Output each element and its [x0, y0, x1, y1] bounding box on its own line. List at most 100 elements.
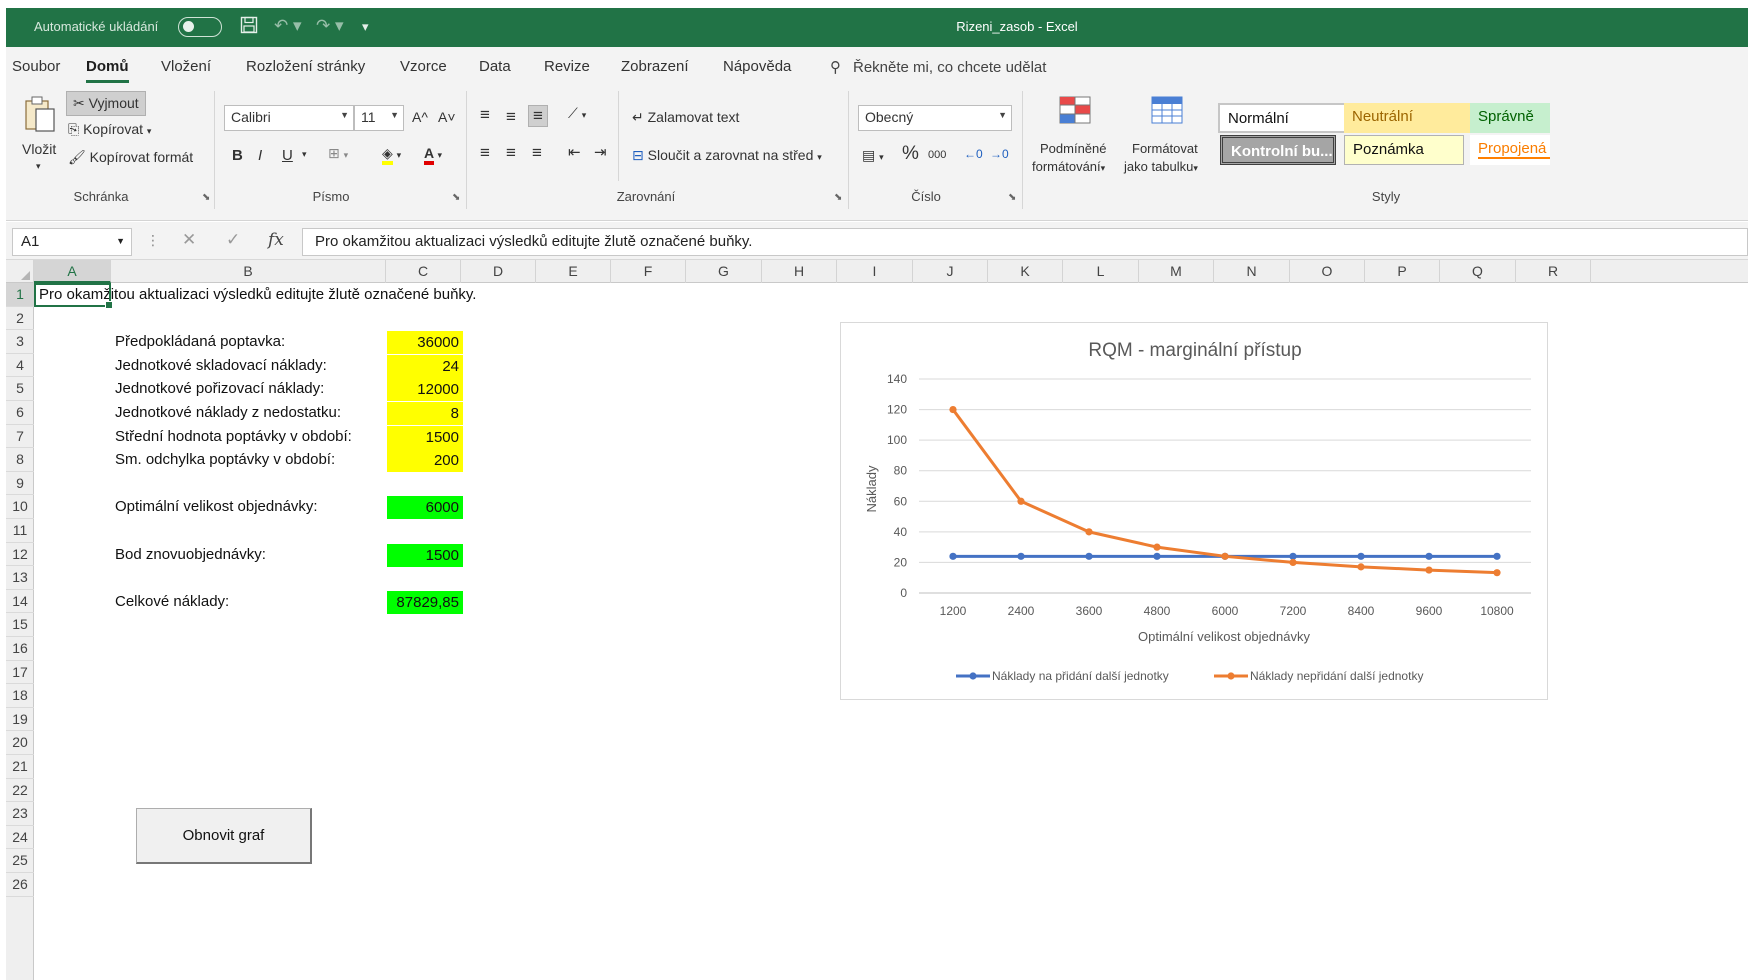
number-format-select[interactable]: Obecný ▼	[858, 105, 1012, 131]
column-header-k[interactable]: K	[988, 260, 1063, 283]
tell-me-box[interactable]: ⚲ Řekněte mi, co chcete udělat	[830, 58, 1046, 76]
input-value-cell[interactable]: 24	[387, 354, 463, 378]
column-header-q[interactable]: Q	[1440, 260, 1516, 283]
column-header-r[interactable]: R	[1516, 260, 1591, 283]
style-normal[interactable]: Normální	[1218, 103, 1352, 133]
column-header-b[interactable]: B	[111, 260, 386, 283]
output-value-cell[interactable]: 87829,85	[387, 590, 463, 614]
cut-button[interactable]: ✂ Vyjmout	[66, 91, 146, 116]
bold-button[interactable]: B	[232, 147, 243, 164]
row-header-16[interactable]: 16	[6, 637, 34, 661]
paste-button[interactable]: Vložit	[22, 141, 56, 157]
row-header-12[interactable]: 12	[6, 543, 34, 567]
column-header-o[interactable]: O	[1290, 260, 1365, 283]
style-linked-cell[interactable]: Propojená b...	[1470, 135, 1550, 165]
conditional-formatting-button[interactable]: formátování▾	[1032, 159, 1105, 174]
row-header-11[interactable]: 11	[6, 519, 34, 543]
format-as-table-label-1[interactable]: Formátovat	[1132, 141, 1198, 156]
column-header-j[interactable]: J	[913, 260, 988, 283]
more-options-icon[interactable]: ⋮	[146, 232, 160, 249]
select-all-button[interactable]	[6, 260, 34, 283]
row-header-17[interactable]: 17	[6, 661, 34, 685]
tab-formulas[interactable]: Vzorce	[400, 58, 447, 75]
column-header-l[interactable]: L	[1063, 260, 1139, 283]
increase-decimal-icon[interactable]: ←0	[964, 147, 983, 161]
paste-dropdown-icon[interactable]: ▾	[36, 161, 41, 172]
format-painter-button[interactable]: 🖌 Kopírovat formát	[68, 149, 193, 166]
conditional-formatting-label-1[interactable]: Podmíněné	[1040, 141, 1107, 156]
clipboard-launcher-icon[interactable]: ⬊	[202, 192, 210, 203]
row-header-1[interactable]: 1	[6, 283, 34, 307]
row-header-6[interactable]: 6	[6, 401, 34, 425]
cancel-icon[interactable]: ✕	[182, 230, 196, 250]
increase-indent-icon[interactable]: ⇥	[594, 143, 607, 161]
copy-dropdown-icon[interactable]: ▾	[147, 126, 152, 136]
input-value-cell[interactable]: 1500	[387, 425, 463, 449]
accounting-format-icon[interactable]: ▤ ▾	[862, 147, 884, 164]
style-note[interactable]: Poznámka	[1344, 135, 1464, 165]
row-header-24[interactable]: 24	[6, 826, 34, 850]
output-value-cell[interactable]: 6000	[387, 496, 463, 520]
column-header-e[interactable]: E	[536, 260, 611, 283]
orientation-icon[interactable]: ⟋ ▾	[568, 105, 586, 122]
column-header-a[interactable]: A	[34, 260, 111, 283]
row-header-25[interactable]: 25	[6, 849, 34, 873]
row-header-14[interactable]: 14	[6, 590, 34, 614]
font-launcher-icon[interactable]: ⬊	[452, 192, 460, 203]
shrink-font-button[interactable]: A˅	[438, 109, 456, 125]
tab-home[interactable]: Domů	[86, 58, 129, 83]
tab-view[interactable]: Zobrazení	[621, 58, 689, 75]
fill-color-icon[interactable]: ◈ ▾	[382, 145, 401, 165]
column-header-m[interactable]: M	[1139, 260, 1214, 283]
percent-button[interactable]: %	[902, 143, 919, 165]
row-header-13[interactable]: 13	[6, 566, 34, 590]
thousands-button[interactable]: 000	[928, 149, 946, 161]
column-header-i[interactable]: I	[837, 260, 913, 283]
enter-icon[interactable]: ✓	[226, 230, 240, 250]
copy-button[interactable]: ⎘ Kopírovat ▾	[68, 121, 151, 138]
align-bottom-icon[interactable]: ≡	[528, 105, 548, 127]
align-top-icon[interactable]: ≡	[480, 105, 490, 125]
format-as-table-icon[interactable]	[1150, 95, 1186, 127]
tab-review[interactable]: Revize	[544, 58, 590, 75]
row-header-15[interactable]: 15	[6, 613, 34, 637]
align-center-icon[interactable]: ≡	[506, 143, 516, 163]
refresh-chart-button[interactable]: Obnovit graf	[136, 808, 312, 864]
column-header-p[interactable]: P	[1365, 260, 1440, 283]
row-header-3[interactable]: 3	[6, 330, 34, 354]
tab-data[interactable]: Data	[479, 58, 511, 75]
merge-center-button[interactable]: ⊟ Sloučit a zarovnat na střed ▾	[632, 147, 822, 164]
number-launcher-icon[interactable]: ⬊	[1008, 192, 1016, 203]
align-right-icon[interactable]: ≡	[532, 143, 542, 163]
wrap-text-button[interactable]: ↵ Zalamovat text	[632, 109, 739, 126]
underline-dropdown-icon[interactable]: ▾	[302, 149, 307, 160]
underline-button[interactable]: U	[282, 147, 293, 164]
row-header-10[interactable]: 10	[6, 495, 34, 519]
column-header-n[interactable]: N	[1214, 260, 1290, 283]
font-size-select[interactable]: 11 ▼	[354, 105, 404, 131]
column-header-h[interactable]: H	[762, 260, 837, 283]
column-header-d[interactable]: D	[461, 260, 536, 283]
row-header-19[interactable]: 19	[6, 708, 34, 732]
align-middle-icon[interactable]: ≡	[506, 107, 516, 127]
row-header-26[interactable]: 26	[6, 873, 34, 897]
decrease-indent-icon[interactable]: ⇤	[568, 143, 581, 161]
paste-icon[interactable]	[22, 95, 58, 132]
row-header-21[interactable]: 21	[6, 755, 34, 779]
chart-area[interactable]: RQM - marginální přístup Optimální velik…	[840, 322, 1548, 700]
row-header-4[interactable]: 4	[6, 354, 34, 378]
row-header-8[interactable]: 8	[6, 448, 34, 472]
italic-button[interactable]: I	[258, 147, 262, 164]
tab-help[interactable]: Nápověda	[723, 58, 791, 75]
style-neutral[interactable]: Neutrální	[1344, 103, 1478, 133]
column-header-f[interactable]: F	[611, 260, 686, 283]
input-value-cell[interactable]: 36000	[387, 331, 463, 355]
column-header-g[interactable]: G	[686, 260, 762, 283]
name-box[interactable]: A1 ▼	[12, 228, 132, 256]
row-header-5[interactable]: 5	[6, 377, 34, 401]
tab-insert[interactable]: Vložení	[161, 58, 211, 75]
output-value-cell[interactable]: 1500	[387, 543, 463, 567]
align-left-icon[interactable]: ≡	[480, 143, 490, 163]
decrease-decimal-icon[interactable]: →0	[990, 147, 1009, 161]
tab-page-layout[interactable]: Rozložení stránky	[246, 58, 365, 75]
